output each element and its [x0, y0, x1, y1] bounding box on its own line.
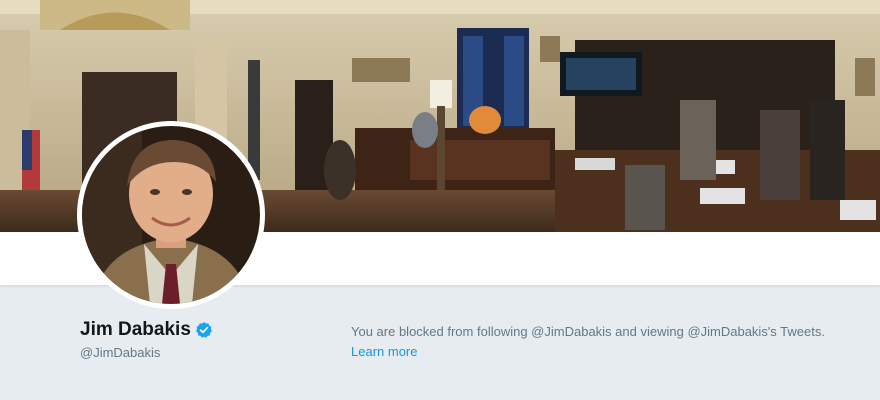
blocked-notice-text: You are blocked from following @JimDabak… — [351, 324, 825, 339]
learn-more-link[interactable]: Learn more — [351, 344, 417, 359]
verified-badge-icon — [195, 321, 213, 339]
profile-handle[interactable]: @JimDabakis — [80, 345, 160, 360]
blocked-notice: You are blocked from following @JimDabak… — [351, 322, 861, 362]
profile-display-name[interactable]: Jim Dabakis — [80, 319, 191, 341]
profile-name-row: Jim Dabakis — [80, 319, 213, 341]
avatar[interactable] — [77, 121, 265, 309]
